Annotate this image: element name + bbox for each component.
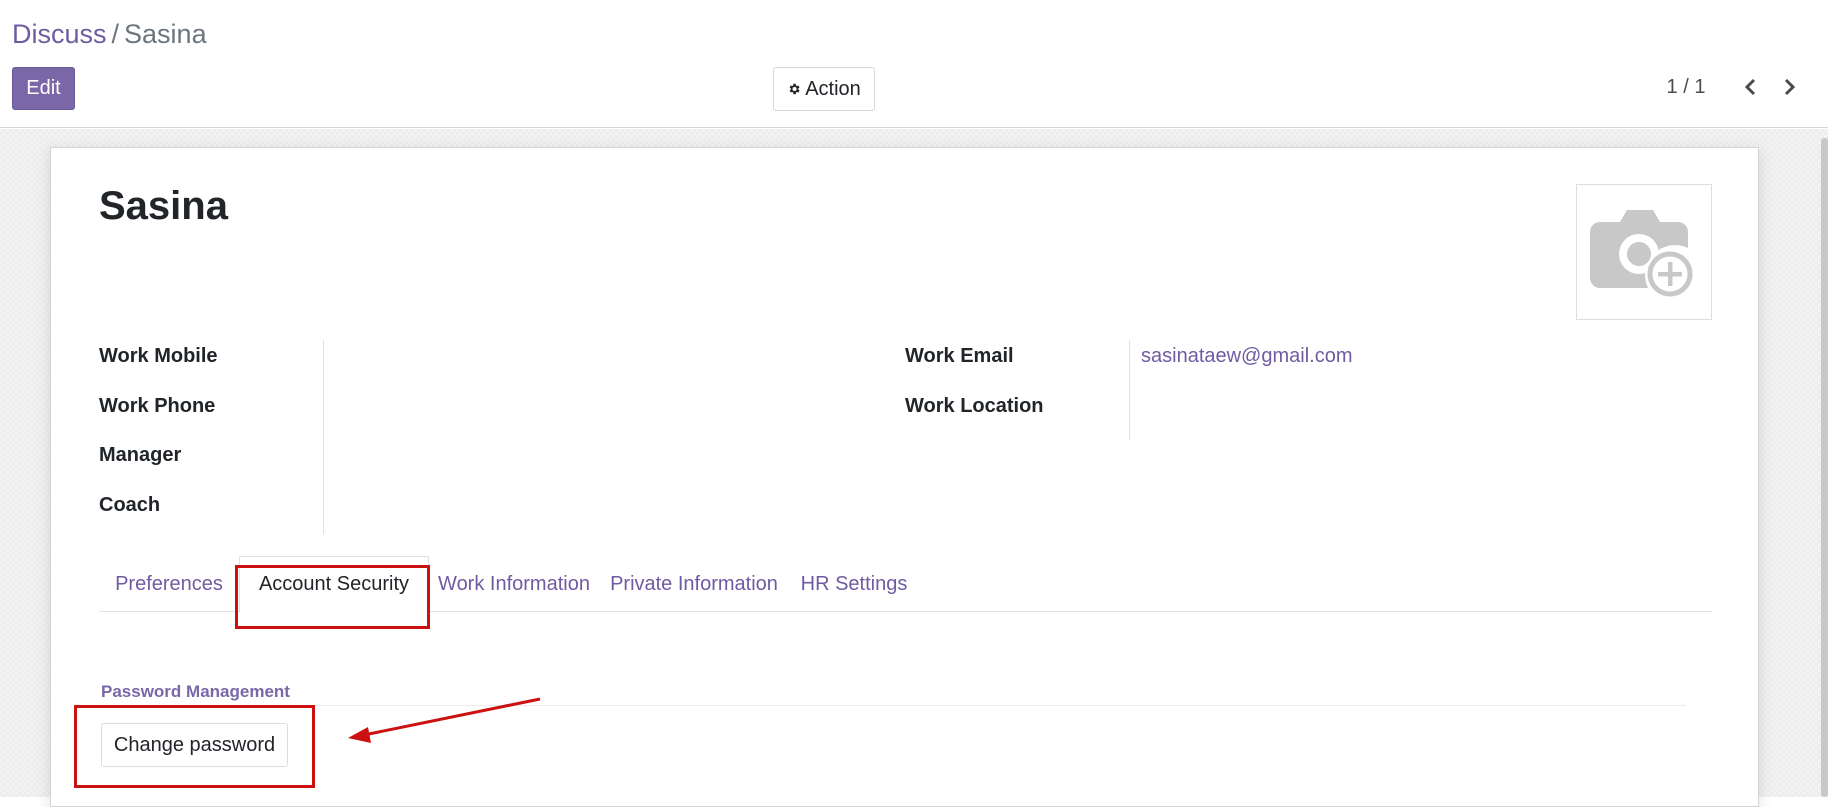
breadcrumb-separator: / <box>111 19 120 49</box>
action-button-label: Action <box>805 77 861 100</box>
avatar-upload[interactable] <box>1576 184 1712 320</box>
tab-work-information-label: Work Information <box>438 572 590 595</box>
tab-account-security-label: Account Security <box>258 573 410 595</box>
breadcrumb-current: Sasina <box>124 19 207 49</box>
employee-form-sheet: Sasina Work Mobile Work Phone Manager Co… <box>50 147 1759 807</box>
password-management-title: Password Management <box>101 682 290 701</box>
manager-label: Manager <box>99 444 182 466</box>
control-panel: Discuss / Sasina Edit Action 1 / 1 <box>0 0 1828 128</box>
tab-account-security[interactable]: Account Security <box>239 556 429 613</box>
chevron-left-icon <box>1744 78 1756 96</box>
edit-button[interactable]: Edit <box>12 67 75 110</box>
pager-value[interactable]: 1 / 1 <box>1650 76 1722 99</box>
work-email-value[interactable]: sasinataew@gmail.com <box>1141 345 1353 368</box>
section-divider <box>99 705 1686 706</box>
work-email-label: Work Email <box>905 345 1014 367</box>
action-button[interactable]: Action <box>773 67 875 111</box>
work-location-label: Work Location <box>905 395 1044 417</box>
pager-previous-button[interactable] <box>1735 72 1765 102</box>
coach-label: Coach <box>99 494 161 516</box>
right-fields-separator <box>1129 340 1130 440</box>
scrollbar[interactable] <box>1821 138 1828 797</box>
breadcrumb-discuss-link[interactable]: Discuss <box>12 19 107 49</box>
notebook-tabs: Preferences Account Security Work Inform… <box>99 556 1712 613</box>
work-phone-label: Work Phone <box>99 395 216 417</box>
camera-plus-icon <box>1590 210 1694 298</box>
tab-private-information[interactable]: Private Information <box>599 556 789 612</box>
tab-preferences[interactable]: Preferences <box>99 556 239 612</box>
pager-next-button[interactable] <box>1775 72 1805 102</box>
work-mobile-label: Work Mobile <box>99 345 218 367</box>
chevron-right-icon <box>1784 78 1796 96</box>
employee-name: Sasina <box>99 184 228 228</box>
tab-hr-settings-label: HR Settings <box>800 572 908 595</box>
left-fields-separator <box>323 340 324 534</box>
change-password-button[interactable]: Change password <box>101 723 288 767</box>
breadcrumb: Discuss / Sasina <box>12 16 207 52</box>
tab-hr-settings[interactable]: HR Settings <box>789 556 919 612</box>
tab-work-information[interactable]: Work Information <box>429 556 599 612</box>
tab-private-information-label: Private Information <box>610 572 778 595</box>
edit-button-label: Edit <box>26 77 61 99</box>
tab-preferences-label: Preferences <box>115 572 223 595</box>
gear-icon <box>789 83 800 95</box>
change-password-label: Change password <box>113 733 276 756</box>
